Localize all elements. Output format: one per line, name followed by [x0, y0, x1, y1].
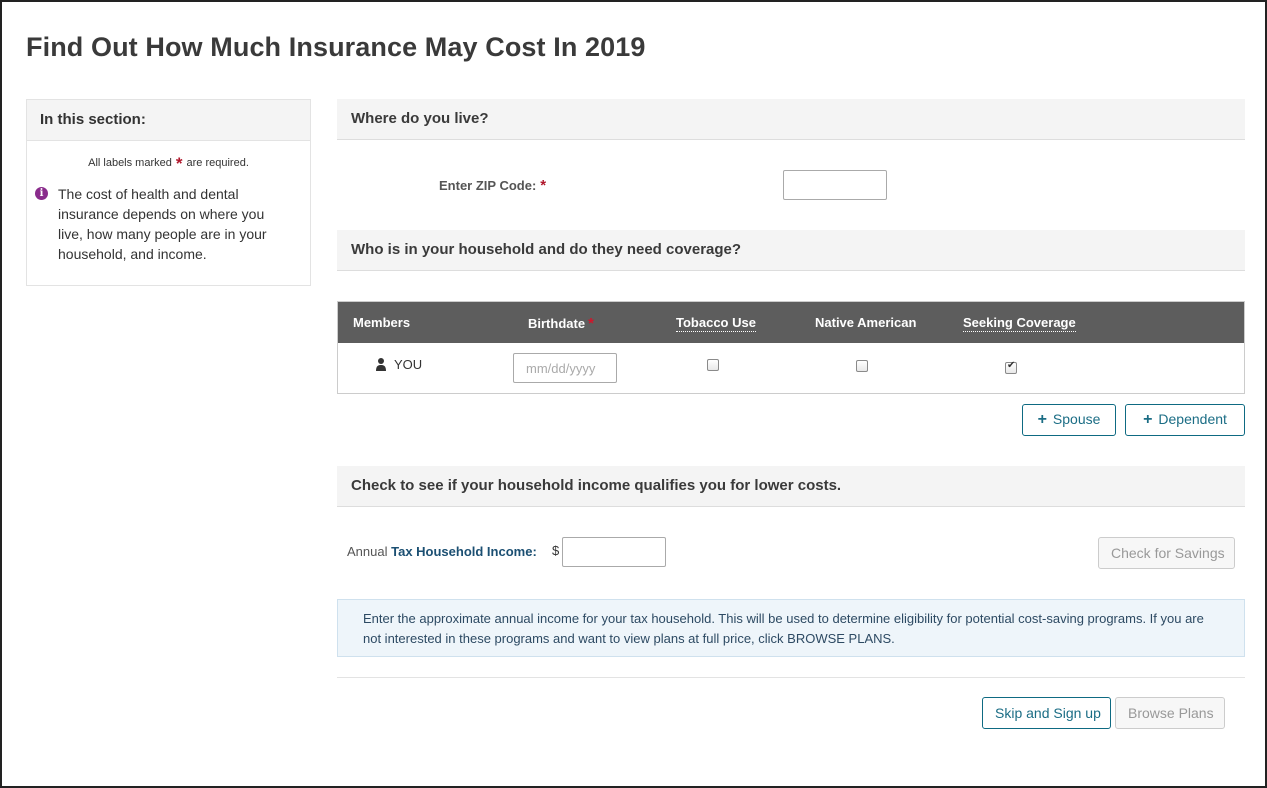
column-header-seeking[interactable]: Seeking Coverage: [963, 315, 1076, 332]
skip-and-sign-up-button[interactable]: Skip and Sign up: [982, 697, 1111, 729]
seeking-coverage-tooltip-link[interactable]: Seeking Coverage: [963, 315, 1076, 332]
required-star: *: [588, 315, 594, 332]
table-header: Members Birthdate * Tobacco Use Native Am…: [338, 302, 1244, 343]
column-header-native-american: Native American: [815, 315, 917, 330]
member-name: YOU: [394, 357, 423, 372]
required-note: All labels marked * are required.: [27, 154, 310, 174]
zip-label-text: Enter ZIP Code:: [439, 178, 537, 193]
zip-label: Enter ZIP Code: *: [439, 177, 546, 194]
browse-plans-button[interactable]: Browse Plans: [1115, 697, 1225, 729]
required-note-suffix: are required.: [186, 157, 249, 169]
income-label-strong: Tax Household Income:: [391, 544, 537, 559]
section-heading-location: Where do you live?: [337, 99, 1245, 140]
add-spouse-button[interactable]: + Spouse: [1022, 404, 1116, 436]
members-table: Members Birthdate * Tobacco Use Native Am…: [337, 301, 1245, 394]
birthdate-input[interactable]: [513, 353, 617, 383]
column-header-members: Members: [353, 315, 411, 330]
add-spouse-label: Spouse: [1052, 411, 1101, 427]
app-window: Find Out How Much Insurance May Cost In …: [0, 0, 1267, 788]
sidebar-heading-text: In this section:: [40, 111, 146, 128]
divider: [337, 677, 1245, 678]
sidebar-info-text: The cost of health and dental insurance …: [58, 186, 267, 262]
required-star: *: [540, 177, 547, 194]
add-dependent-button[interactable]: + Dependent: [1125, 404, 1245, 436]
plus-icon: +: [1037, 411, 1047, 428]
income-info-box: Enter the approximate annual income for …: [337, 599, 1245, 657]
user-icon: [376, 358, 386, 371]
tobacco-use-tooltip-link[interactable]: Tobacco Use: [676, 315, 756, 332]
section-heading-household: Who is in your household and do they nee…: [337, 230, 1245, 271]
info-circle-icon: i: [35, 187, 48, 200]
page-title: Find Out How Much Insurance May Cost In …: [26, 32, 646, 62]
column-header-birthdate: Birthdate *: [528, 315, 594, 332]
income-input[interactable]: [562, 537, 666, 567]
sidebar-info: i The cost of health and dental insuranc…: [27, 184, 310, 264]
sidebar-panel: In this section: All labels marked * are r…: [26, 99, 311, 286]
column-header-birthdate-text: Birthdate: [528, 316, 586, 331]
section-heading-income: Check to see if your household income qu…: [337, 466, 1245, 507]
native-american-checkbox[interactable]: [856, 360, 868, 372]
zip-input[interactable]: [783, 170, 887, 200]
plus-icon: +: [1143, 411, 1153, 428]
income-label-prefix: Annual: [347, 544, 388, 559]
required-note-prefix: All labels marked: [88, 157, 172, 169]
add-dependent-label: Dependent: [1158, 411, 1227, 427]
income-label: Annual Tax Household Income:: [347, 544, 537, 559]
check-for-savings-button[interactable]: Check for Savings: [1098, 537, 1235, 569]
currency-symbol: $: [552, 543, 560, 558]
column-header-tobacco[interactable]: Tobacco Use: [676, 315, 756, 332]
seeking-coverage-checkbox[interactable]: [1005, 360, 1017, 374]
required-star: *: [175, 154, 183, 173]
table-row: YOU: [338, 343, 1244, 393]
sidebar-heading: In this section:: [27, 100, 310, 141]
tobacco-use-checkbox[interactable]: [707, 359, 719, 371]
